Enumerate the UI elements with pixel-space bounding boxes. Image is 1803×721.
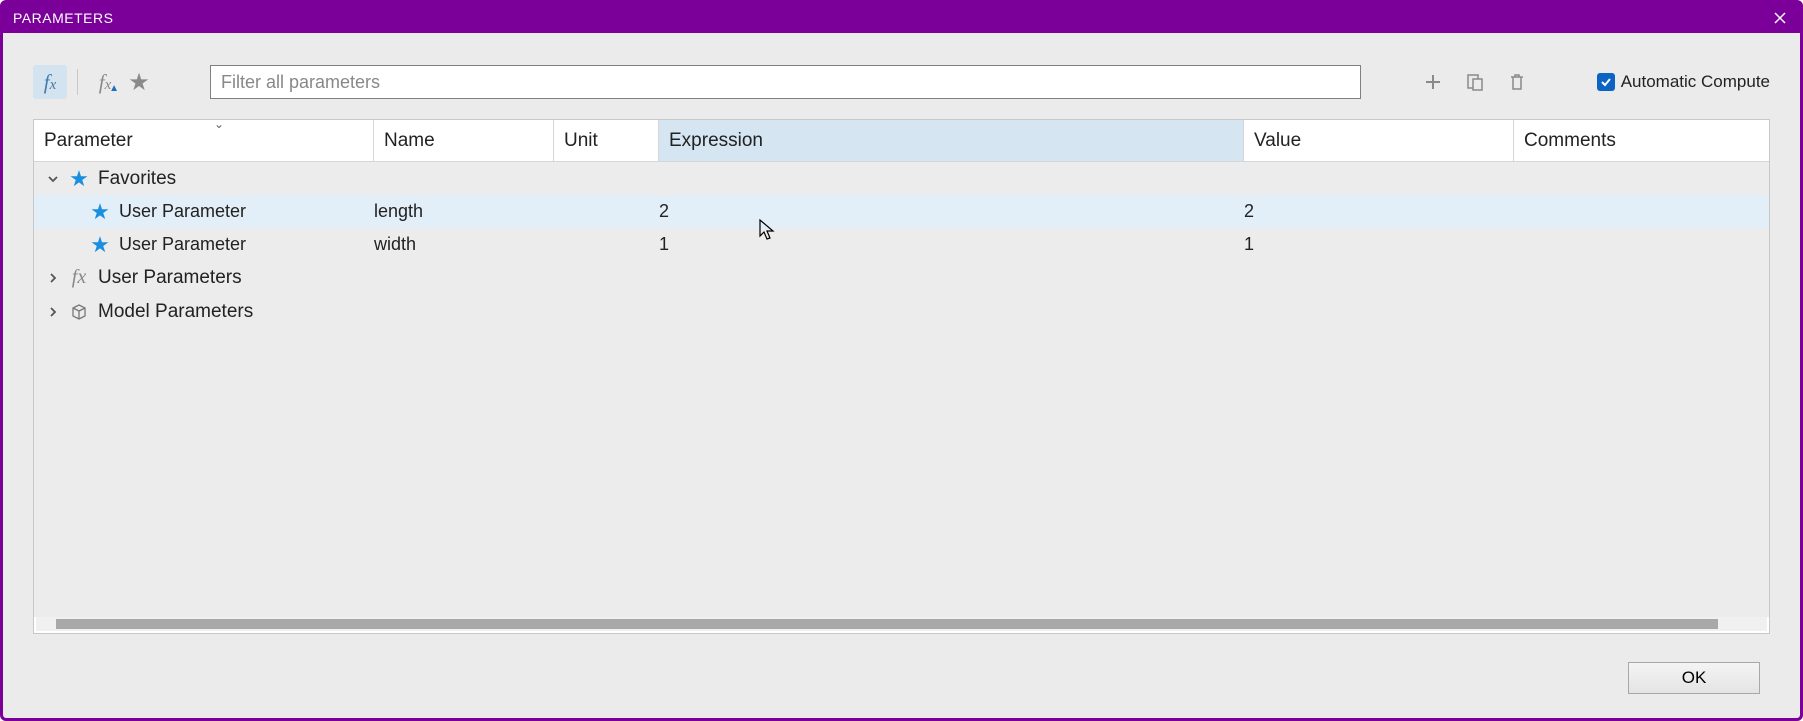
horizontal-scrollbar[interactable] — [36, 617, 1767, 631]
row-expr[interactable]: 2 — [659, 201, 1244, 222]
grid-body: ★ Favorites ★ User Parameter length 2 2 — [34, 162, 1769, 617]
close-icon — [1773, 11, 1787, 25]
column-header-expression[interactable]: Expression — [659, 120, 1244, 162]
automatic-compute-toggle[interactable]: Automatic Compute — [1597, 72, 1770, 92]
filter-input[interactable] — [210, 65, 1361, 99]
group-row-user[interactable]: fx User Parameters — [34, 261, 1769, 294]
user-parameters-button[interactable]: fx ▲ — [88, 65, 122, 99]
group-label: User Parameters — [98, 267, 242, 289]
sort-indicator-icon: ⌄ — [214, 117, 224, 131]
window-title: PARAMETERS — [13, 10, 1766, 26]
dialog-footer: OK — [33, 652, 1770, 704]
group-row-model[interactable]: Model Parameters — [34, 294, 1769, 330]
expand-toggle[interactable] — [44, 272, 62, 284]
row-expr[interactable]: 1 — [659, 234, 1244, 255]
row-value: 2 — [1244, 201, 1514, 222]
grid-header: Parameter Name Unit Expression Value Com… — [34, 120, 1769, 162]
paste-button[interactable] — [1463, 70, 1487, 94]
automatic-compute-label: Automatic Compute — [1621, 72, 1770, 92]
filter-container — [210, 65, 1361, 99]
row-name: width — [374, 234, 554, 255]
star-icon: ★ — [68, 168, 90, 190]
plus-icon — [1423, 72, 1443, 92]
checkbox-checked-icon — [1597, 73, 1615, 91]
cube-icon — [68, 301, 90, 323]
star-icon: ★ — [89, 201, 111, 223]
toolbar-separator — [77, 69, 78, 95]
titlebar[interactable]: PARAMETERS — [3, 3, 1800, 33]
star-icon: ★ — [89, 234, 111, 256]
trash-icon — [1507, 72, 1527, 92]
chevron-right-icon — [47, 306, 59, 318]
close-button[interactable] — [1766, 6, 1794, 30]
table-row[interactable]: ★ User Parameter width 1 1 — [34, 228, 1769, 261]
user-badge-icon: ▲ — [109, 83, 119, 94]
toolbar-right: Automatic Compute — [1421, 70, 1770, 94]
favorites-filter-button[interactable]: ★ — [122, 65, 156, 99]
row-name: length — [374, 201, 554, 222]
column-header-value[interactable]: Value — [1244, 120, 1514, 162]
toolbar: fx fx ▲ ★ — [33, 63, 1770, 101]
delete-button[interactable] — [1505, 70, 1529, 94]
group-row-favorites[interactable]: ★ Favorites — [34, 162, 1769, 195]
table-row[interactable]: ★ User Parameter length 2 2 — [34, 195, 1769, 228]
content-area: fx fx ▲ ★ — [3, 33, 1800, 718]
group-label: Model Parameters — [98, 301, 253, 323]
row-type: User Parameter — [119, 234, 246, 255]
row-type: User Parameter — [119, 201, 246, 222]
add-parameter-button[interactable] — [1421, 70, 1445, 94]
chevron-right-icon — [47, 272, 59, 284]
column-header-unit[interactable]: Unit — [554, 120, 659, 162]
parameters-grid: ⌄ Parameter Name Unit Expression Value C… — [33, 119, 1770, 634]
expand-toggle[interactable] — [44, 306, 62, 318]
paste-icon — [1465, 72, 1485, 92]
column-header-name[interactable]: Name — [374, 120, 554, 162]
star-icon: ★ — [128, 68, 150, 97]
toolbar-left: fx fx ▲ ★ — [33, 65, 156, 99]
chevron-down-icon — [47, 173, 59, 185]
fx-icon: fx — [44, 70, 57, 95]
all-parameters-button[interactable]: fx — [33, 65, 67, 99]
column-header-comments[interactable]: Comments — [1514, 120, 1769, 162]
column-header-parameter[interactable]: Parameter — [34, 120, 374, 162]
scrollbar-thumb[interactable] — [56, 619, 1718, 629]
fx-icon: fx — [68, 267, 90, 289]
collapse-toggle[interactable] — [44, 173, 62, 185]
parameters-dialog: PARAMETERS fx fx ▲ ★ — [0, 0, 1803, 721]
group-label: Favorites — [98, 168, 176, 190]
row-value: 1 — [1244, 234, 1514, 255]
ok-button[interactable]: OK — [1628, 662, 1760, 694]
